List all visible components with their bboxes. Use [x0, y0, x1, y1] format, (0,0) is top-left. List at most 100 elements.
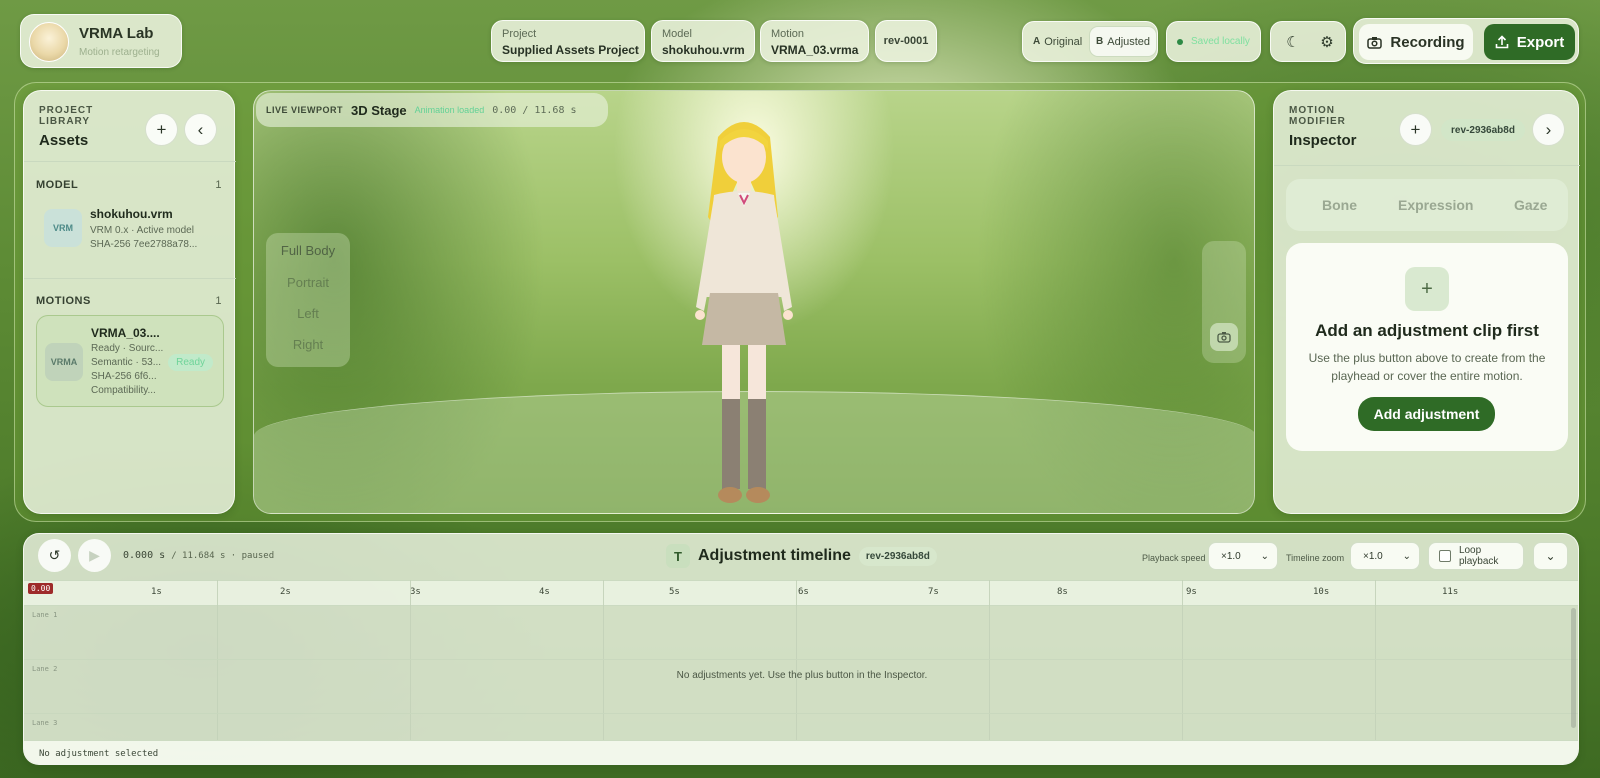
tick-4s: 4s	[539, 587, 550, 597]
loop-checkbox[interactable]	[1439, 550, 1451, 562]
motion-meta-2: Semantic · 53...	[91, 357, 162, 368]
model-list-item[interactable]: shokuhou.vrm VRM 0.x · Active model SHA-…	[90, 207, 226, 252]
add-adjustment-icon-button[interactable]: +	[1399, 113, 1432, 146]
model-chip-label: Model	[662, 28, 692, 40]
tick-9s: 9s	[1186, 587, 1197, 597]
expand-panel-button[interactable]: ›	[1532, 113, 1565, 146]
tick-11s: 11s	[1442, 587, 1459, 597]
model-chip[interactable]: Model shokuhou.vrm	[651, 20, 755, 62]
original-label: Original	[1044, 35, 1083, 48]
recording-label: Recording	[1390, 33, 1465, 51]
motions-section-label: MOTIONS	[36, 295, 91, 307]
tick-10s: 10s	[1313, 587, 1330, 597]
project-chip-value: Supplied Assets Project	[502, 43, 639, 57]
tick-1s: 1s	[151, 587, 162, 597]
motion-meta-4: Compatibility...	[91, 385, 156, 396]
motions-section-header: MOTIONS 1	[36, 295, 222, 307]
divider	[24, 278, 236, 279]
export-button[interactable]: Export	[1484, 24, 1575, 60]
library-title: Assets	[39, 132, 89, 149]
status-dot	[1177, 38, 1183, 45]
timeline-ruler[interactable]: 1s 2s 3s 4s 5s 6s 7s 8s 9s 10s 11s	[24, 580, 1578, 606]
camera-full-body[interactable]: Full Body	[266, 243, 350, 258]
playback-speed-select[interactable]: ×1.0 ⌄	[1208, 542, 1278, 570]
original-toggle[interactable]: A Original	[1027, 26, 1088, 57]
project-chip-label: Project	[502, 28, 537, 40]
gear-icon[interactable]: ⚙	[1313, 28, 1341, 56]
revision-chip: rev-0001	[875, 20, 937, 62]
tab-gaze[interactable]: Gaze	[1514, 197, 1547, 213]
model-chip-value: shokuhou.vrm	[662, 43, 745, 57]
adjusted-label: Adjusted	[1107, 35, 1151, 48]
action-group: Recording Export	[1353, 18, 1579, 64]
chevron-down-icon[interactable]: ⌄	[1533, 542, 1568, 570]
adjustment-timeline: ↺ ▶ 0.000 s / 11.684 s · paused T Adjust…	[23, 533, 1579, 765]
viewport-status: Animation loaded	[414, 105, 485, 115]
model-section-count: 1	[215, 179, 222, 191]
upload-icon	[1495, 35, 1509, 49]
tab-expression[interactable]: Expression	[1398, 197, 1473, 213]
app-subtitle: Motion retargeting	[79, 47, 160, 58]
screenshot-button[interactable]	[1210, 323, 1238, 351]
plus-icon: +	[1405, 267, 1449, 311]
adjusted-toggle[interactable]: B Adjusted	[1089, 26, 1158, 57]
motions-section-count: 1	[215, 295, 222, 307]
timeline-zoom-value: ×1.0	[1363, 550, 1383, 562]
3d-viewport[interactable]: LIVE VIEWPORT 3D Stage Animation loaded …	[253, 90, 1255, 514]
camera-portrait[interactable]: Portrait	[266, 275, 350, 290]
timeline-badge: T	[666, 544, 690, 568]
loop-playback-toggle[interactable]: Loop playback	[1428, 542, 1524, 570]
avatar	[29, 22, 69, 62]
library-eyebrow-1: PROJECT	[39, 105, 94, 116]
timeline-zoom-select[interactable]: ×1.0 ⌄	[1350, 542, 1420, 570]
vrm-character	[695, 122, 793, 503]
recording-button[interactable]: Recording	[1359, 24, 1473, 60]
viewport-title: 3D Stage	[351, 102, 407, 118]
utility-buttons: ☾ ⚙	[1270, 21, 1346, 62]
timeline-lane[interactable]: Lane 2	[24, 660, 1578, 714]
empty-state-body: Use the plus button above to create from…	[1308, 351, 1546, 383]
timeline-empty-message: No adjustments yet. Use the plus button …	[676, 670, 928, 681]
reset-icon[interactable]: ↺	[38, 539, 71, 572]
timeline-title: Adjustment timeline	[698, 547, 851, 564]
project-chip[interactable]: Project Supplied Assets Project	[491, 20, 645, 62]
save-status-text: Saved locally	[1191, 36, 1250, 47]
tick-7s: 7s	[928, 587, 939, 597]
viewport-header: LIVE VIEWPORT 3D Stage Animation loaded …	[256, 93, 608, 127]
camera-left[interactable]: Left	[266, 306, 350, 321]
timeline-scrollbar[interactable]	[1571, 608, 1576, 728]
chevron-down-icon: ⌄	[1402, 550, 1411, 562]
chevron-down-icon: ⌄	[1260, 550, 1269, 562]
tick-3s: 3s	[410, 587, 421, 597]
app-title: VRMA Lab	[79, 25, 154, 42]
motion-chip-value: VRMA_03.vrma	[771, 43, 859, 57]
adjusted-key: B	[1096, 36, 1104, 47]
timeline-zoom-label: Timeline zoom	[1286, 553, 1345, 563]
motion-meta-3: SHA-256 6f6...	[91, 371, 157, 382]
timeline-time-total: / 11.684 s · paused	[171, 551, 275, 561]
play-icon[interactable]: ▶	[78, 539, 111, 572]
add-asset-button[interactable]: +	[145, 113, 178, 146]
timeline-lane[interactable]: Lane 1	[24, 606, 1578, 660]
camera-right[interactable]: Right	[266, 337, 350, 352]
motion-chip[interactable]: Motion VRMA_03.vrma	[760, 20, 869, 62]
camera-icon	[1367, 36, 1383, 49]
library-eyebrow-2: LIBRARY	[39, 116, 91, 127]
inspector-panel: MOTION MODIFIER Inspector + rev-2936ab8d…	[1273, 90, 1580, 514]
lane-label: Lane 3	[32, 719, 58, 727]
tab-bone[interactable]: Bone	[1322, 197, 1357, 213]
timeline-footer: No adjustment selected	[24, 740, 1578, 764]
playhead[interactable]: 0.00	[28, 583, 54, 594]
motion-list-item[interactable]: VRMA VRMA_03.... Ready · Sourc... Semant…	[36, 315, 224, 407]
divider	[24, 161, 236, 162]
tick-6s: 6s	[798, 587, 809, 597]
model-thumbnail: VRM	[44, 209, 82, 247]
moon-icon[interactable]: ☾	[1279, 28, 1307, 56]
add-adjustment-button[interactable]: Add adjustment	[1358, 397, 1495, 431]
motion-thumbnail: VRMA	[45, 343, 83, 381]
lane-label: Lane 1	[32, 611, 58, 619]
divider	[1274, 165, 1580, 166]
model-section-label: MODEL	[36, 179, 79, 191]
collapse-panel-button[interactable]: ‹	[184, 113, 217, 146]
model-section-header: MODEL 1	[36, 179, 222, 191]
